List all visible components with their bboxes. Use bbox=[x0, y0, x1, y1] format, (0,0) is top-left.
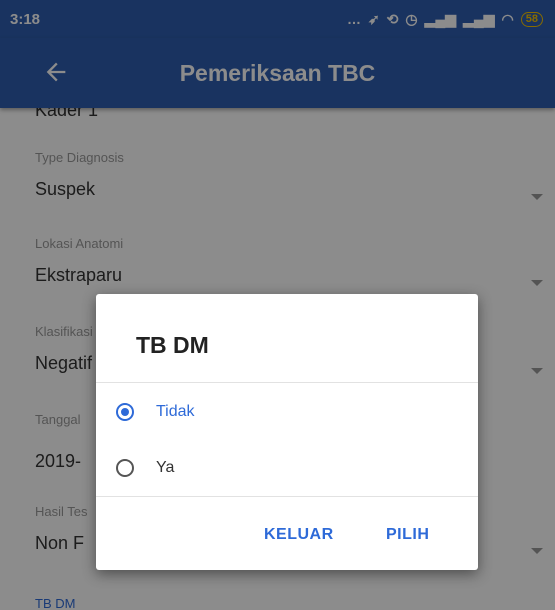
option-tidak[interactable]: Tidak bbox=[116, 392, 456, 432]
tb-dm-dialog: TB DM Tidak Ya KELUAR PILIH bbox=[96, 294, 478, 570]
option-label: Tidak bbox=[156, 403, 195, 420]
option-label: Ya bbox=[156, 459, 175, 476]
divider bbox=[96, 382, 478, 383]
option-ya[interactable]: Ya bbox=[116, 448, 456, 488]
keluar-button[interactable]: KELUAR bbox=[264, 526, 334, 544]
radio-unchecked-icon[interactable] bbox=[116, 459, 134, 477]
dialog-title: TB DM bbox=[136, 332, 209, 358]
radio-checked-icon[interactable] bbox=[116, 403, 134, 421]
divider bbox=[96, 496, 478, 497]
pilih-button[interactable]: PILIH bbox=[386, 526, 429, 544]
